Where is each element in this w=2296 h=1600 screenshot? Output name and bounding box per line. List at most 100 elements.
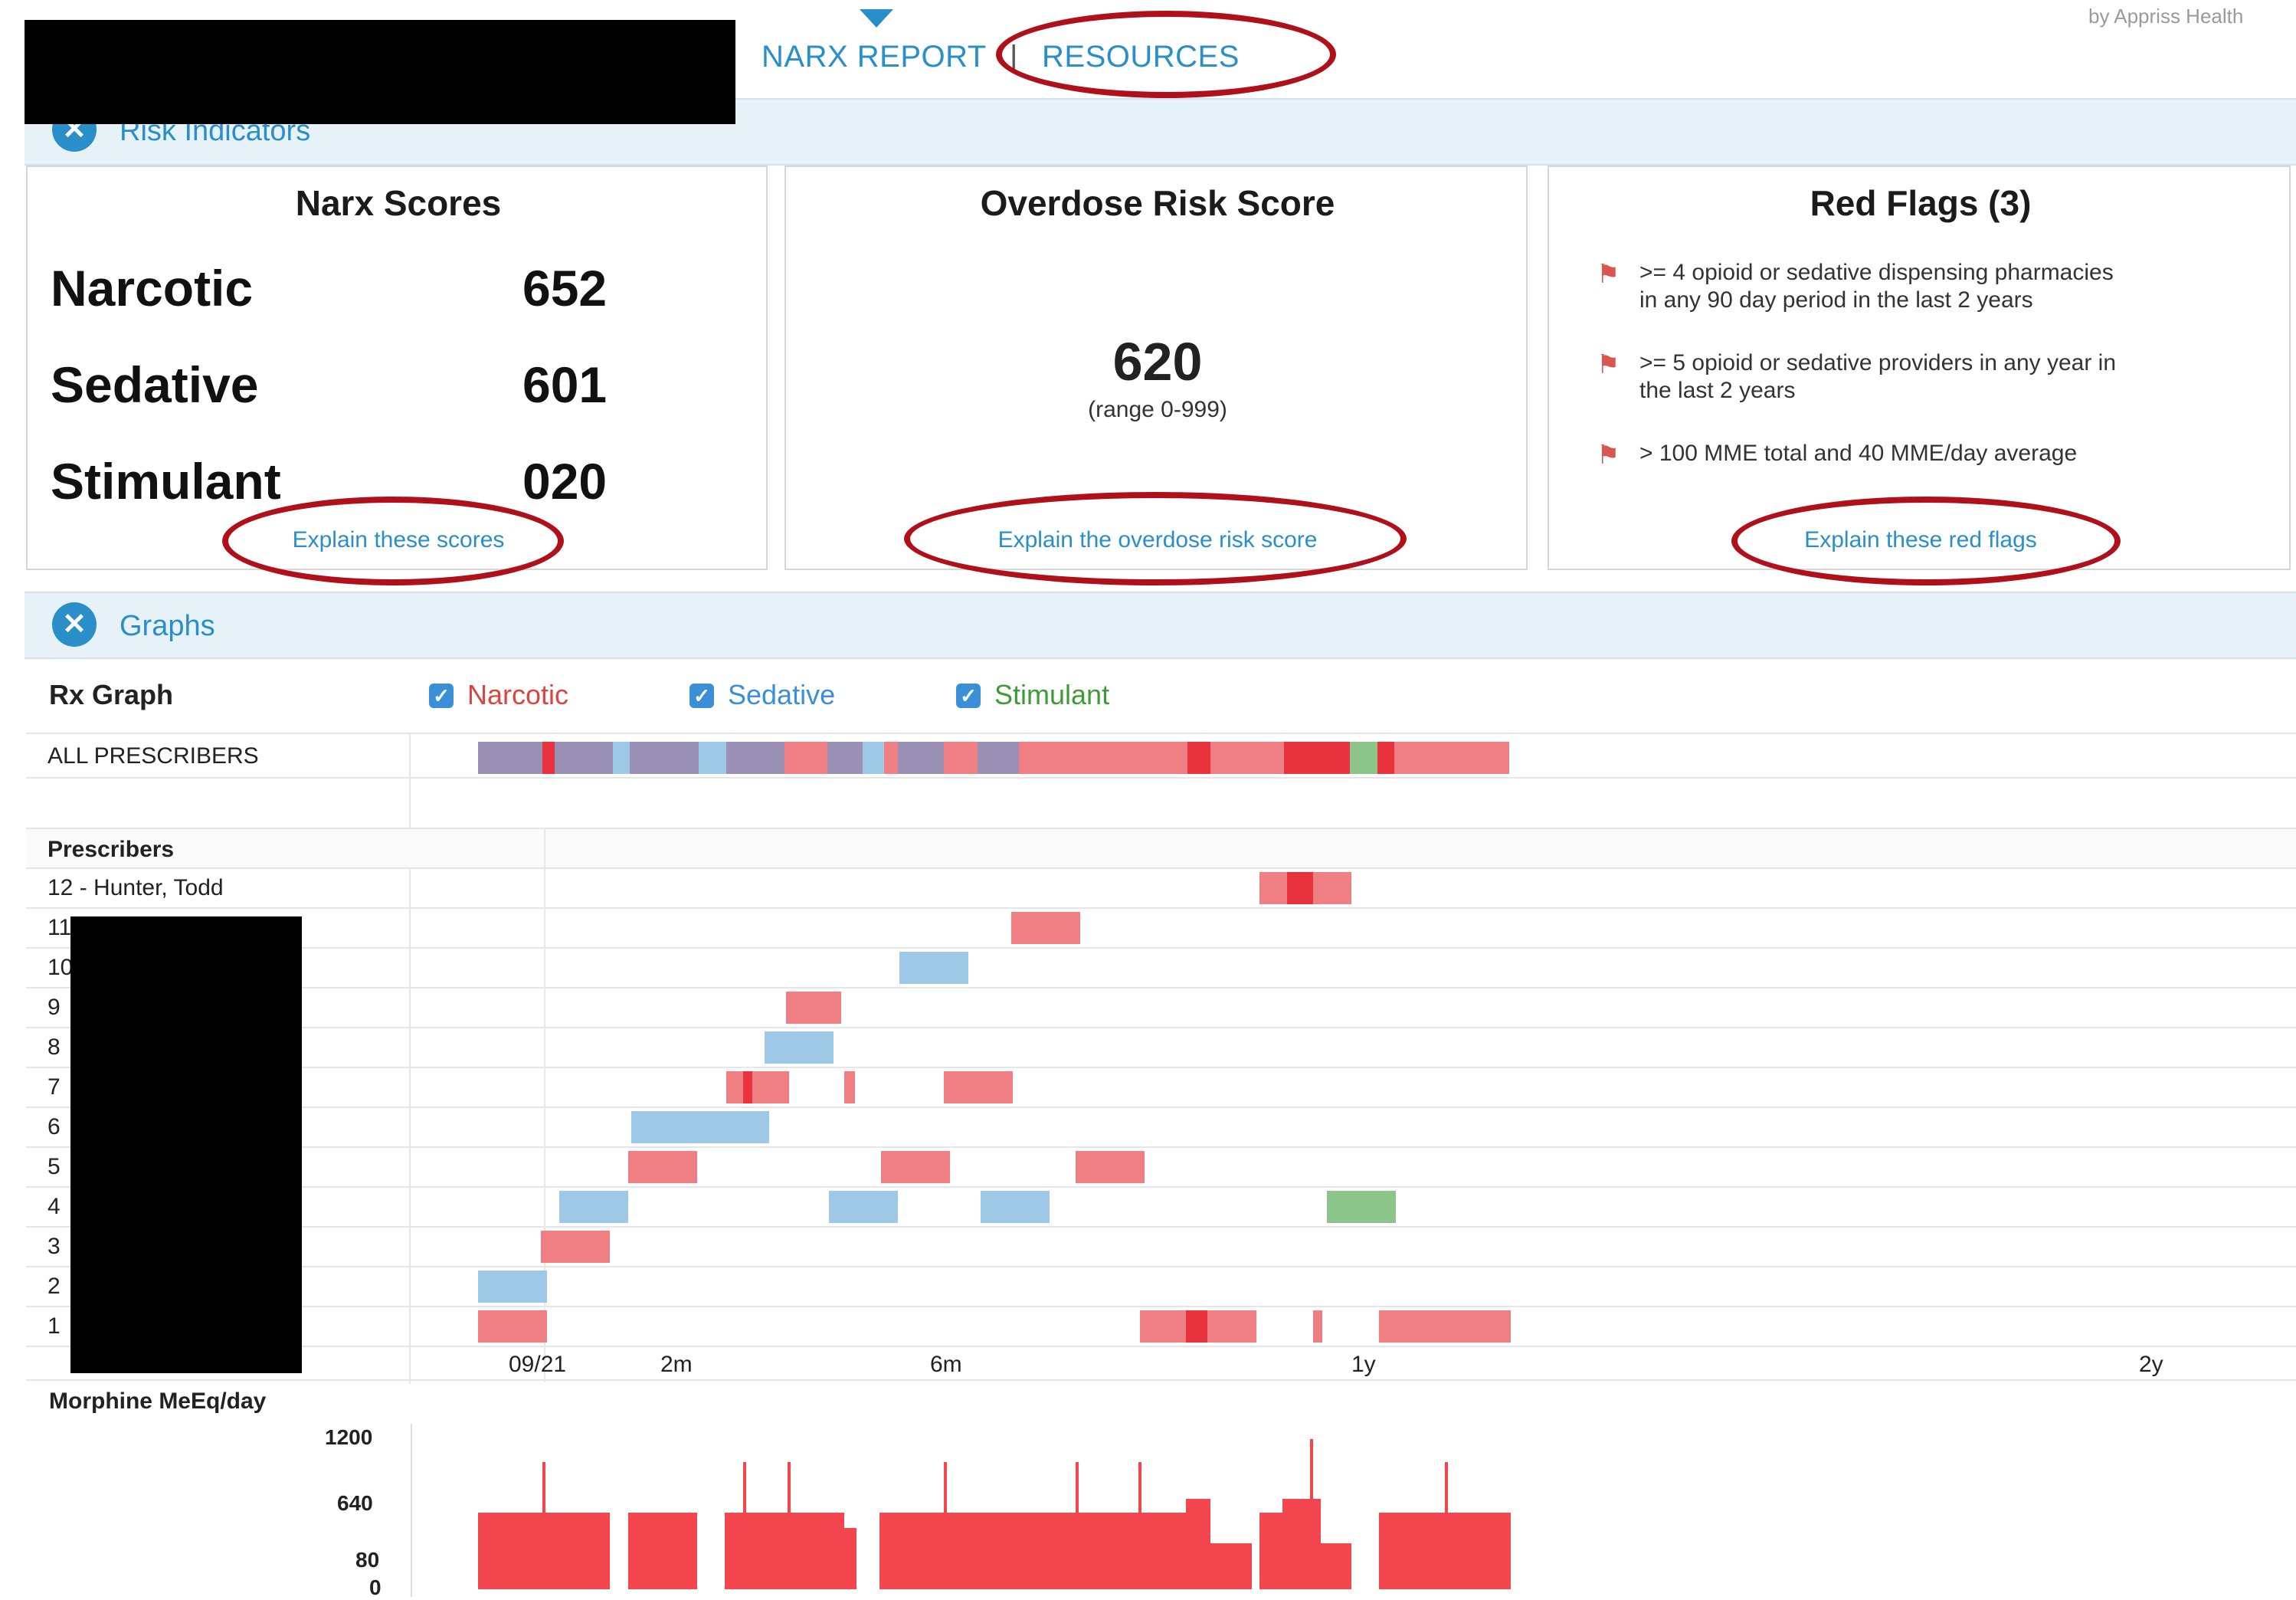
- rx-bar: [844, 1071, 855, 1103]
- spacer-row: [26, 779, 2296, 829]
- mme-bar: [944, 1462, 947, 1589]
- rx-bar: [700, 1111, 769, 1143]
- rx-bar: [944, 1071, 1013, 1103]
- rx-graph-title: Rx Graph: [49, 679, 174, 710]
- all-prescribers-segment: [1141, 742, 1187, 774]
- score-value-sedative: 601: [522, 356, 608, 413]
- mme-bar: [1186, 1499, 1210, 1589]
- mme-tick-640: 640: [337, 1491, 373, 1515]
- all-prescribers-segment: [1187, 742, 1210, 774]
- mme-bar: [1076, 1462, 1079, 1589]
- all-prescribers-segment: [1019, 742, 1080, 774]
- nav-narx-report[interactable]: NARX REPORT: [762, 40, 987, 74]
- prescriber-row: [26, 1028, 2296, 1068]
- narcotic-checkbox[interactable]: ✓: [429, 684, 454, 708]
- stimulant-checkbox[interactable]: ✓: [956, 684, 981, 708]
- mme-bar: [542, 1462, 545, 1589]
- annotation-ring-explain-scores: [222, 497, 564, 585]
- rx-bar: [1011, 912, 1080, 944]
- mme-tick-1200: 1200: [325, 1425, 373, 1449]
- red-flag-2: >= 5 opioid or sedative providers in any…: [1639, 349, 2116, 405]
- prescriber-row: [26, 1228, 2296, 1267]
- sedative-legend-label: Sedative: [728, 679, 836, 710]
- annotation-ring-resources: [996, 11, 1336, 98]
- annotation-ring-explain-red-flags: [1731, 497, 2121, 585]
- mme-bar: [1445, 1462, 1448, 1589]
- mme-axis: [411, 1424, 412, 1597]
- rx-bar: [1287, 872, 1313, 904]
- mme-title: Morphine MeEq/day: [49, 1389, 267, 1414]
- flag-icon: ⚑: [1597, 441, 1620, 470]
- all-prescribers-segment: [726, 742, 784, 774]
- all-prescribers-segment: [630, 742, 699, 774]
- mme-bar: [788, 1462, 791, 1589]
- prescriber-row-label: 3: [47, 1234, 61, 1259]
- score-value-stimulant: 020: [522, 453, 608, 510]
- score-label-sedative: Sedative: [51, 356, 259, 413]
- mme-bar: [1138, 1462, 1141, 1589]
- annotation-ring-explain-overdose: [904, 492, 1407, 585]
- redacted-header-block-overlay: [25, 20, 735, 124]
- redacted-prescriber-names: [70, 916, 302, 1373]
- rx-bar: [765, 1031, 834, 1064]
- mme-bar: [743, 1462, 746, 1589]
- mme-bar: [1210, 1543, 1252, 1589]
- rx-bar: [631, 1111, 700, 1143]
- mme-bar: [1259, 1513, 1282, 1589]
- prescriber-row-label: 6: [47, 1114, 61, 1139]
- rx-bar: [559, 1191, 628, 1223]
- prescriber-row-label: 5: [47, 1154, 61, 1179]
- flag-icon: ⚑: [1597, 260, 1620, 289]
- time-tick: 1y: [1351, 1352, 1376, 1377]
- mme-bar: [844, 1528, 856, 1589]
- rx-bar: [628, 1151, 697, 1183]
- mme-bar: [1321, 1543, 1351, 1589]
- prescriber-row: [26, 1108, 2296, 1148]
- overdose-risk-range: (range 0-999): [1088, 397, 1227, 422]
- rx-bar: [1186, 1310, 1207, 1343]
- graphs-title: Graphs: [120, 610, 215, 642]
- red-flag-2-line1: >= 5 opioid or sedative providers in any…: [1639, 350, 2117, 375]
- prescriber-row: [26, 1148, 2296, 1188]
- narcotic-legend-label: Narcotic: [467, 679, 569, 710]
- active-tab-indicator-icon: [860, 9, 893, 28]
- rx-bar: [899, 952, 968, 984]
- graphs-header: ✕ Graphs: [25, 592, 2296, 659]
- all-prescribers-segment: [1394, 742, 1509, 774]
- prescriber-row-label: 10: [47, 955, 74, 980]
- collapse-icon[interactable]: ✕: [52, 602, 97, 647]
- prescriber-row-label: 1: [47, 1313, 61, 1339]
- prescriber-row: [26, 1068, 2296, 1108]
- time-tick: 09/21: [509, 1352, 567, 1377]
- all-prescribers-segment: [784, 742, 827, 774]
- prescriber-row-label: 7: [47, 1074, 61, 1100]
- rx-bar: [478, 1270, 547, 1303]
- overdose-risk-title: Overdose Risk Score: [980, 183, 1335, 223]
- all-prescribers-segment: [1284, 742, 1322, 774]
- all-prescribers-segment: [613, 742, 630, 774]
- rx-bar: [981, 1191, 1050, 1223]
- mme-bar: [628, 1513, 697, 1589]
- sedative-checkbox[interactable]: ✓: [689, 684, 714, 708]
- all-prescribers-segment: [542, 742, 555, 774]
- time-tick: 2m: [660, 1352, 693, 1377]
- all-prescribers-segment: [944, 742, 978, 774]
- rx-bar: [1313, 1310, 1322, 1343]
- red-flag-3-line1: > 100 MME total and 40 MME/day average: [1639, 441, 2078, 466]
- prescriber-row: [26, 869, 2296, 909]
- red-flag-1: >= 4 opioid or sedative dispensing pharm…: [1639, 259, 2114, 314]
- rx-bar: [743, 1071, 752, 1103]
- all-prescribers-segment: [884, 742, 898, 774]
- prescriber-row-label: 8: [47, 1034, 61, 1060]
- red-flags-title: Red Flags (3): [1810, 183, 2032, 223]
- all-prescribers-segment: [478, 742, 542, 774]
- prescribers-header-row: [26, 829, 2296, 869]
- mme-bar: [1310, 1439, 1313, 1589]
- all-prescribers-segment: [1256, 742, 1284, 774]
- all-prescribers-segment: [898, 742, 944, 774]
- all-prescribers-segment: [1377, 742, 1394, 774]
- prescriber-row-label: 12 - Hunter, Todd: [47, 875, 224, 900]
- rx-bar: [478, 1310, 547, 1343]
- time-tick: 6m: [930, 1352, 962, 1377]
- time-tick: 2y: [2139, 1352, 2163, 1377]
